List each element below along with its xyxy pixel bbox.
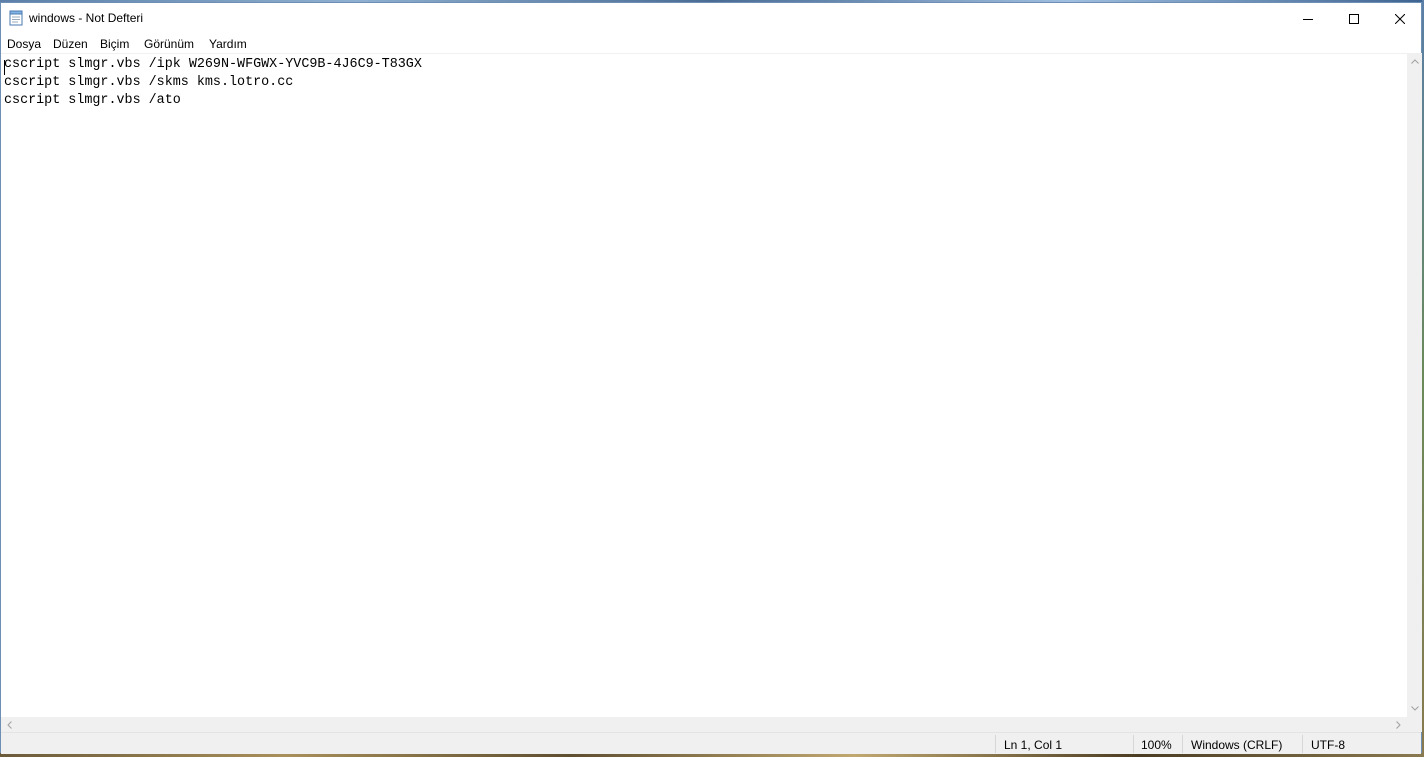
menu-help[interactable]: Yardım: [209, 37, 247, 51]
status-zoom: 100%: [1141, 738, 1172, 752]
status-cursor-position: Ln 1, Col 1: [1004, 738, 1063, 752]
status-separator: [1302, 735, 1303, 753]
status-separator: [995, 735, 996, 753]
editor-line: cscript slmgr.vbs /skms kms.lotro.cc: [4, 75, 294, 90]
status-line-ending: Windows (CRLF): [1191, 738, 1283, 752]
window-title: windows - Not Defteri: [29, 11, 144, 25]
editor-line: cscript slmgr.vbs /ipk W269N-WFGWX-YVC9B…: [4, 57, 422, 72]
scroll-up-button[interactable]: [1407, 53, 1422, 70]
menu-file[interactable]: Dosya: [7, 37, 41, 51]
chevron-right-icon: [1396, 720, 1401, 729]
chevron-up-icon: [1410, 59, 1419, 64]
close-icon: [1395, 13, 1405, 24]
chevron-left-icon: [7, 720, 12, 729]
menu-bar: Dosya Düzen Biçim Görünüm Yardım: [1, 34, 1421, 53]
chevron-down-icon: [1410, 706, 1419, 711]
status-separator: [1182, 735, 1183, 753]
menu-edit[interactable]: Düzen: [53, 37, 88, 51]
notepad-icon[interactable]: [9, 10, 23, 26]
text-editor[interactable]: cscript slmgr.vbs /ipk W269N-WFGWX-YVC9B…: [1, 53, 1407, 717]
close-button[interactable]: [1377, 3, 1423, 34]
minimize-icon: [1303, 18, 1313, 20]
menu-format[interactable]: Biçim: [100, 37, 129, 51]
minimize-button[interactable]: [1285, 3, 1331, 34]
horizontal-scrollbar[interactable]: [1, 717, 1407, 732]
title-bar[interactable]: windows - Not Defteri: [1, 3, 1421, 34]
scrollbar-corner: [1407, 717, 1422, 732]
scroll-down-button[interactable]: [1407, 700, 1422, 717]
status-encoding: UTF-8: [1311, 738, 1345, 752]
maximize-icon: [1349, 13, 1359, 24]
scroll-right-button[interactable]: [1390, 717, 1407, 732]
notepad-window: windows - Not Defteri Dosya Düzen Biçim …: [0, 2, 1422, 754]
scroll-left-button[interactable]: [1, 717, 18, 732]
vertical-scrollbar[interactable]: [1407, 53, 1422, 717]
status-separator: [1133, 735, 1134, 753]
maximize-button[interactable]: [1331, 3, 1377, 34]
menu-view[interactable]: Görünüm: [144, 37, 194, 51]
status-bar: Ln 1, Col 1 100% Windows (CRLF) UTF-8: [1, 732, 1421, 754]
editor-line: cscript slmgr.vbs /ato: [4, 93, 181, 108]
